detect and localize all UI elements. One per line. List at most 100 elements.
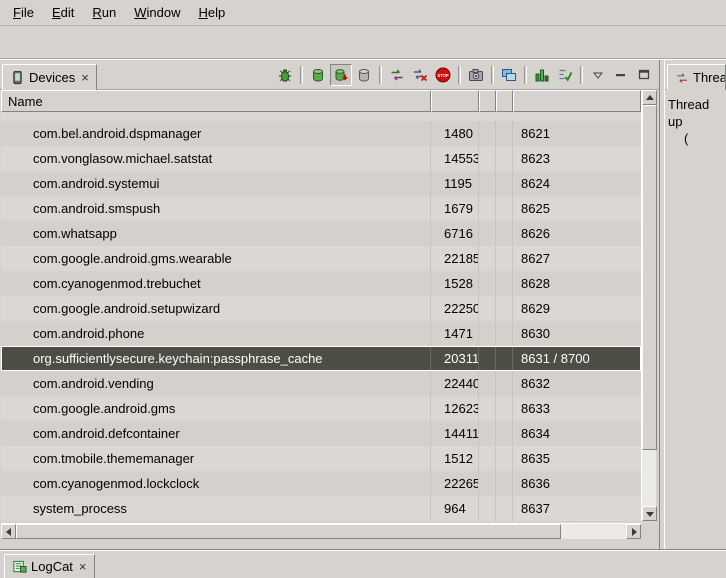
cell-port: 8628 [513,271,641,296]
cell-pid: 1679 [431,196,479,221]
cell-c2 [496,246,513,271]
cell-port: 8624 [513,171,641,196]
column-header-name[interactable]: Name [1,90,431,112]
table-row[interactable]: com.android.phone1471 8630 [1,321,641,346]
table-row[interactable]: com.android.systemui11958624 [1,171,641,196]
threads-message-line2: ( [668,130,723,147]
close-icon[interactable]: × [79,560,87,573]
table-row[interactable]: system_process964 8637 [1,496,641,521]
cell-c1 [479,446,496,471]
table-row[interactable]: com.google.android.gms126238633 [1,396,641,421]
cell-pid: 1528 [431,271,479,296]
horizontal-scrollbar[interactable] [1,523,641,539]
close-icon[interactable]: × [81,71,89,84]
menu-help[interactable]: Help [189,0,234,25]
dump-hprof-icon[interactable] [330,64,352,86]
cell-pid: 14553 [431,146,479,171]
table-row[interactable]: com.cyanogenmod.lockclock222658636 [1,471,641,496]
cell-port: 8630 [513,321,641,346]
scroll-right-button[interactable] [626,524,641,539]
cause-gc-icon[interactable] [353,64,375,86]
cell-name: com.google.android.setupwizard [1,296,431,321]
partial-row [1,112,641,121]
cell-c2 [496,396,513,421]
cell-pid: 22185 [431,246,479,271]
cell-c2 [496,196,513,221]
cell-port: 8632 [513,371,641,396]
logcat-tab-icon [12,559,27,574]
tab-logcat[interactable]: LogCat × [4,554,95,578]
screen-capture-icon[interactable] [465,64,487,86]
column-header-blank2[interactable] [496,90,513,112]
table-row[interactable]: com.android.smspush16798625 [1,196,641,221]
cell-pid: 22250 [431,296,479,321]
table-row[interactable]: com.cyanogenmod.trebuchet15288628 [1,271,641,296]
cell-port: 8637 [513,496,641,521]
threads-message-line1: Thread up [668,96,723,130]
table-row[interactable]: com.whatsapp67168626 [1,221,641,246]
cell-name: com.android.phone [1,321,431,346]
cell-pid: 14411 [431,421,479,446]
update-threads-icon[interactable] [386,64,408,86]
cell-name: com.tmobile.thememanager [1,446,431,471]
table-row[interactable]: com.bel.android.dspmanager14808621 [1,121,641,146]
tab-devices[interactable]: Devices × [2,64,97,90]
cell-name: com.whatsapp [1,221,431,246]
cell-c1 [479,296,496,321]
cell-port: 8635 [513,446,641,471]
table-row[interactable]: com.google.android.setupwizard222508629 [1,296,641,321]
cell-c2 [496,471,513,496]
cell-c1 [479,371,496,396]
stop-method-profiling-icon[interactable] [409,64,431,86]
cell-c1 [479,471,496,496]
vertical-scrollbar[interactable] [641,90,656,521]
cell-c2 [496,346,513,371]
cell-name: com.cyanogenmod.lockclock [1,471,431,496]
cell-c1 [479,171,496,196]
column-header-port[interactable] [513,90,641,112]
scroll-up-button[interactable] [642,90,657,105]
tree-view-icon[interactable] [554,64,576,86]
view-hierarchy-icon[interactable] [498,64,520,86]
cell-name: system_process [1,496,431,521]
scroll-down-button[interactable] [642,506,657,521]
table-row[interactable]: com.android.defcontainer144118634 [1,421,641,446]
menu-edit[interactable]: Edit [43,0,83,25]
devices-tab-icon [10,70,25,85]
toolbar-separator [300,66,303,84]
stop-process-icon[interactable]: STOP [432,64,454,86]
menu-window[interactable]: Window [125,0,189,25]
minimize-icon[interactable] [610,64,632,86]
column-header-pid[interactable] [431,90,479,112]
cell-pid: 964 [431,496,479,521]
horizontal-scroll-thumb[interactable] [16,524,561,539]
scroll-left-button[interactable] [1,524,16,539]
ddms-window: FileEditRunWindowHelp Devices × STOP Nam… [0,0,726,577]
system-info-icon[interactable] [531,64,553,86]
table-row[interactable]: com.google.android.gms.wearable221858627 [1,246,641,271]
cell-c2 [496,271,513,296]
menu-run[interactable]: Run [83,0,125,25]
view-menu-icon[interactable] [587,64,609,86]
cell-c2 [496,221,513,246]
table-row-selected[interactable]: org.sufficientlysecure.keychain:passphra… [1,346,641,371]
update-heap-icon[interactable] [307,64,329,86]
maximize-icon[interactable] [633,64,655,86]
cell-pid: 22440 [431,371,479,396]
cell-c2 [496,121,513,146]
vertical-scroll-thumb[interactable] [642,105,657,450]
cell-pid: 1471 [431,321,479,346]
cell-name: com.android.vending [1,371,431,396]
menu-file[interactable]: File [4,0,43,25]
table-row[interactable]: com.android.vending22440 8632 [1,371,641,396]
column-header-blank1[interactable] [479,90,496,112]
debug-process-icon[interactable] [274,64,296,86]
tab-threads[interactable]: Threads [667,64,726,90]
cell-port: 8633 [513,396,641,421]
threads-panel: Threads Thread up ( [664,60,726,550]
table-row[interactable]: com.tmobile.thememanager15128635 [1,446,641,471]
toolbar-separator [458,66,461,84]
cell-c2 [496,171,513,196]
cell-c1 [479,146,496,171]
table-row[interactable]: com.vonglasow.michael.satstat145538623 [1,146,641,171]
